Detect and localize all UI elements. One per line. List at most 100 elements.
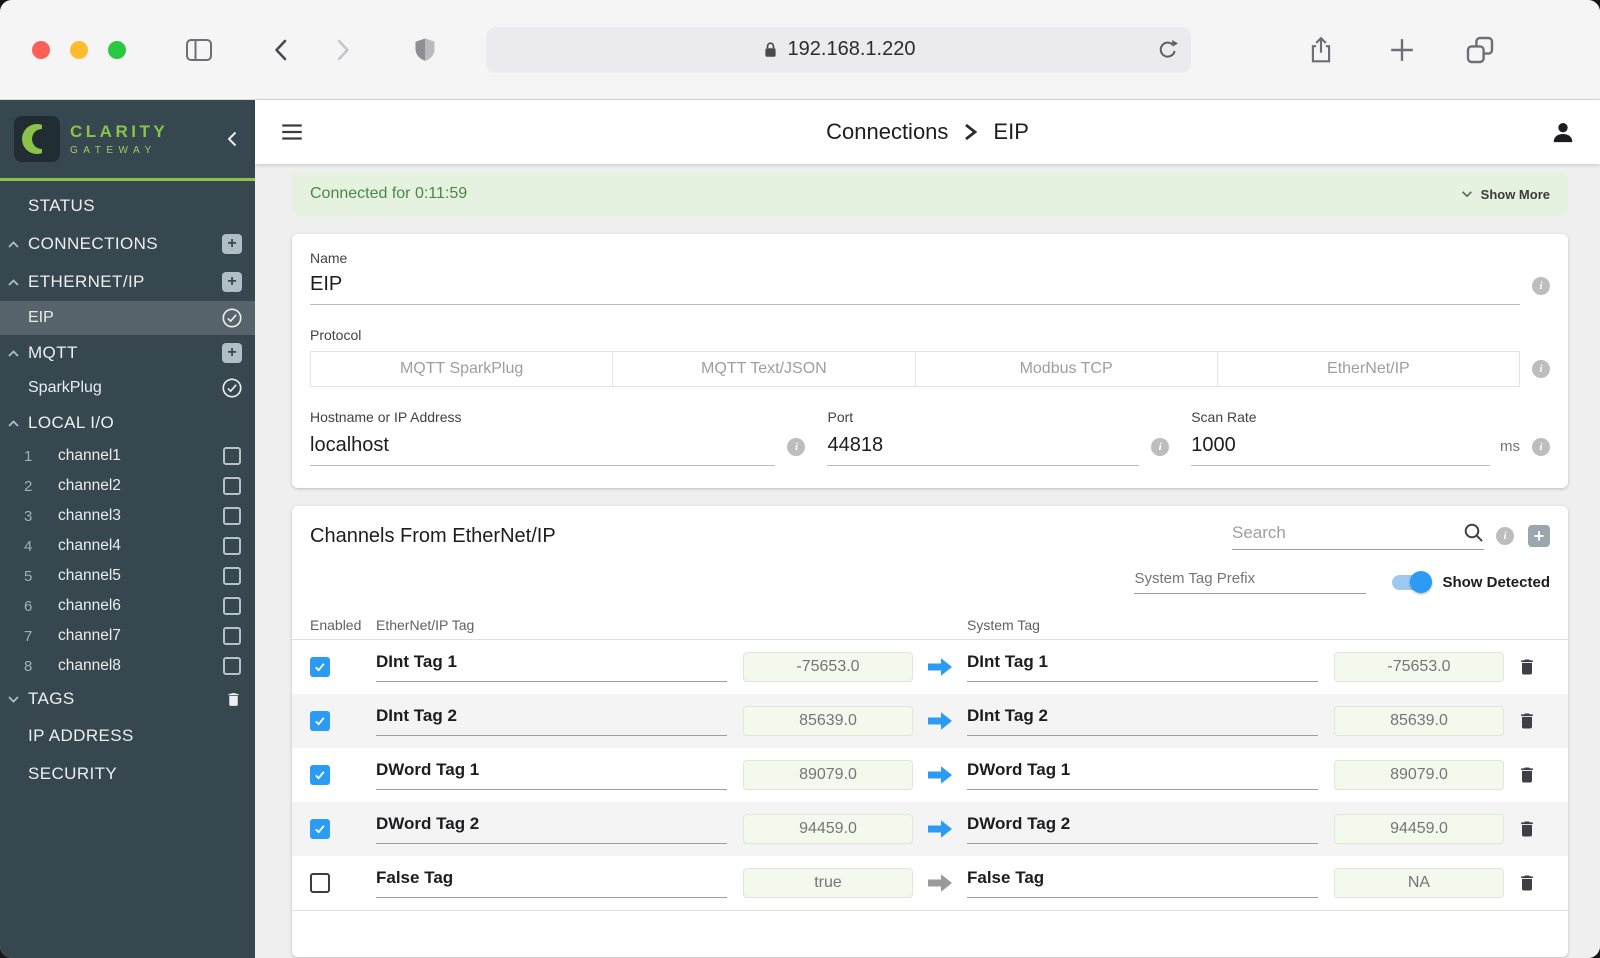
info-icon[interactable]: i [1532,360,1550,378]
info-icon[interactable]: i [1496,527,1514,545]
zoom-window-button[interactable] [108,40,126,59]
sidebar-channel-item[interactable]: 1 channel1 [0,441,255,471]
back-button[interactable] [270,37,294,63]
sidebar-channel-item[interactable]: 6 channel6 [0,591,255,621]
connection-status-text: Connected for 0:11:59 [310,185,468,202]
protocol-option-mqtt-sparkplug[interactable]: MQTT SparkPlug [311,352,614,386]
name-label: Name [310,250,348,266]
protocol-option-ethernet-ip[interactable]: EtherNet/IP [1218,352,1519,386]
share-button[interactable] [1307,35,1335,65]
enabled-checkbox[interactable] [310,765,330,785]
sidebar-item-local-io[interactable]: LOCAL I/O [0,405,255,441]
sidebar-item-label: ETHERNET/IP [28,272,145,291]
scan-rate-unit: ms [1500,438,1520,455]
breadcrumb-parent[interactable]: Connections [826,119,948,145]
enabled-checkbox[interactable] [310,711,330,731]
eip-tag-name[interactable]: DWord Tag 1 [376,760,727,790]
channel-label: channel1 [58,447,121,464]
channel-checkbox[interactable] [223,477,241,495]
address-bar[interactable]: 192.168.1.220 [486,26,1191,73]
eip-tag-name[interactable]: DInt Tag 1 [376,652,727,682]
sidebar-item-security[interactable]: SECURITY [0,755,255,793]
add-channel-button[interactable]: + [1528,525,1550,547]
delete-row-button[interactable] [1517,818,1537,840]
delete-row-button[interactable] [1517,656,1537,678]
channel-checkbox[interactable] [223,597,241,615]
hamburger-menu-button[interactable] [279,119,305,145]
protocol-option-modbus-tcp[interactable]: Modbus TCP [916,352,1218,386]
channel-checkbox[interactable] [223,567,241,585]
enabled-checkbox[interactable] [310,873,330,893]
forward-button[interactable] [330,37,354,63]
sidebar-item-sparkplug[interactable]: SparkPlug [0,371,255,405]
sidebar-channel-item[interactable]: 8 channel8 [0,651,255,681]
system-tag-value: NA [1334,868,1504,898]
page-scroll-area[interactable]: Connected for 0:11:59 Show More Name EIP… [255,164,1600,958]
system-tag-name[interactable]: DInt Tag 1 [967,652,1318,682]
eip-tag-name[interactable]: DInt Tag 2 [376,706,727,736]
delete-row-button[interactable] [1517,764,1537,786]
system-tag-value: 94459.0 [1334,814,1504,844]
show-detected-toggle[interactable] [1392,570,1433,593]
sidebar-channel-item[interactable]: 5 channel5 [0,561,255,591]
sidebar-toggle-button[interactable] [184,37,214,63]
enabled-checkbox[interactable] [310,657,330,677]
sidebar-item-mqtt[interactable]: MQTT + [0,335,255,371]
sidebar-item-tags[interactable]: TAGS [0,681,255,717]
add-ethernet-ip-button[interactable]: + [222,272,242,292]
info-icon[interactable]: i [1532,437,1550,456]
hostname-input[interactable]: localhost [310,427,776,466]
sidebar-item-status[interactable]: STATUS [0,187,255,225]
eip-tag-name[interactable]: DWord Tag 2 [376,814,727,844]
protocol-option-mqtt-text-json[interactable]: MQTT Text/JSON [613,352,916,386]
system-tag-name[interactable]: DWord Tag 1 [967,760,1318,790]
minimize-window-button[interactable] [70,40,88,59]
trash-icon[interactable] [225,690,242,709]
add-connection-button[interactable]: + [222,234,242,254]
system-tag-name[interactable]: False Tag [967,868,1318,898]
close-window-button[interactable] [32,40,50,59]
channel-checkbox[interactable] [223,537,241,555]
system-tag-value: 89079.0 [1334,760,1504,790]
search-input[interactable]: Search [1232,522,1484,550]
chevron-up-icon [8,419,19,427]
reload-button[interactable] [1157,38,1179,62]
info-icon[interactable]: i [787,437,806,456]
sidebar-item-connections[interactable]: CONNECTIONS + [0,225,255,263]
sidebar-channel-item[interactable]: 2 channel2 [0,471,255,501]
channel-checkbox[interactable] [223,507,241,525]
channel-checkbox[interactable] [223,627,241,645]
sidebar-item-eip[interactable]: EIP [0,301,255,335]
eip-tag-name[interactable]: False Tag [376,868,727,898]
info-icon[interactable]: i [1532,276,1550,295]
channel-checkbox[interactable] [223,447,241,465]
share-icon [1311,36,1331,62]
system-tag-name[interactable]: DWord Tag 2 [967,814,1318,844]
sidebar-item-ip-address[interactable]: IP ADDRESS [0,717,255,755]
new-tab-button[interactable] [1389,37,1415,63]
collapse-sidebar-button[interactable] [219,130,245,148]
channel-number: 7 [24,627,33,645]
check-circle-icon [222,308,242,328]
delete-row-button[interactable] [1517,872,1537,894]
channels-title: Channels From EtherNet/IP [310,524,556,547]
show-more-button[interactable]: Show More [1460,187,1550,202]
enabled-checkbox[interactable] [310,819,330,839]
privacy-shield-button[interactable] [412,36,438,64]
add-mqtt-button[interactable]: + [222,343,242,363]
account-button[interactable] [1550,119,1576,145]
system-tag-prefix-input[interactable]: System Tag Prefix [1134,570,1367,594]
sidebar-item-ethernet-ip[interactable]: ETHERNET/IP + [0,263,255,301]
tab-overview-button[interactable] [1465,35,1495,65]
scan-rate-input[interactable]: 1000 [1191,427,1490,466]
main-content: Connections EIP Connected for 0:11:59 Sh… [255,100,1600,958]
port-input[interactable]: 44818 [827,427,1140,466]
name-input[interactable]: EIP [310,266,1520,305]
info-icon[interactable]: i [1151,437,1170,456]
sidebar-channel-item[interactable]: 7 channel7 [0,621,255,651]
channel-checkbox[interactable] [223,657,241,675]
system-tag-name[interactable]: DInt Tag 2 [967,706,1318,736]
sidebar-channel-item[interactable]: 4 channel4 [0,531,255,561]
sidebar-channel-item[interactable]: 3 channel3 [0,501,255,531]
delete-row-button[interactable] [1517,710,1537,732]
